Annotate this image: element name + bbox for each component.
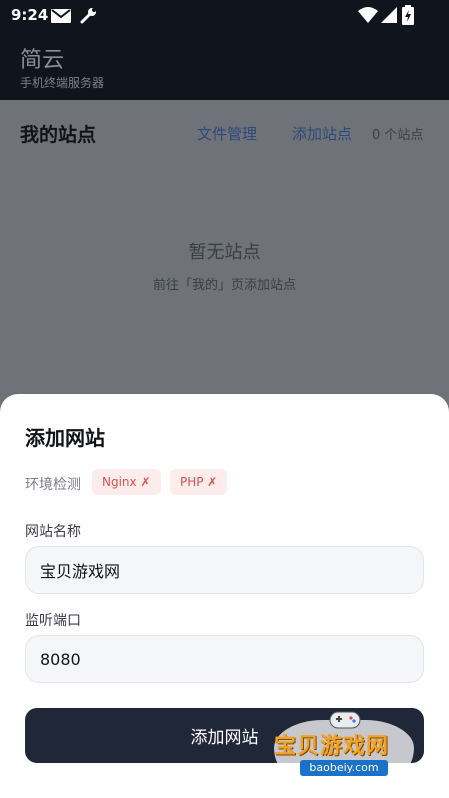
file-manager-link[interactable]: 文件管理 bbox=[197, 123, 257, 144]
status-bar: 9:24 bbox=[0, 0, 449, 32]
port-input[interactable] bbox=[25, 635, 424, 683]
site-name-input[interactable] bbox=[25, 546, 424, 594]
mail-icon bbox=[51, 9, 71, 23]
port-label: 监听端口 bbox=[25, 613, 81, 629]
app-subtitle: 手机终端服务器 bbox=[20, 76, 105, 90]
php-status-badge: PHP ✗ bbox=[170, 469, 228, 495]
nginx-status-badge: Nginx ✗ bbox=[92, 469, 161, 495]
sheet-title: 添加网站 bbox=[25, 426, 105, 450]
watermark-url: baobeiy.com bbox=[300, 760, 388, 776]
gamepad-icon bbox=[329, 711, 361, 729]
watermark-text: 宝贝游戏网 bbox=[274, 734, 390, 759]
empty-state-hint: 前往「我的」页添加站点 bbox=[152, 278, 296, 293]
env-check-label: 环境检测 bbox=[25, 477, 81, 493]
wrench-icon bbox=[80, 8, 96, 24]
app-header: 简云 手机终端服务器 bbox=[0, 32, 449, 100]
battery-icon bbox=[402, 5, 414, 25]
status-time: 9:24 bbox=[11, 6, 49, 24]
watermark-logo: 宝贝游戏网 baobeiy.com bbox=[270, 700, 430, 792]
app-title: 简云 bbox=[20, 48, 65, 73]
page-title: 我的站点 bbox=[20, 124, 97, 146]
wifi-icon bbox=[358, 7, 378, 23]
site-name-label: 网站名称 bbox=[25, 524, 81, 540]
site-count: 0 个站点 bbox=[372, 128, 424, 143]
empty-state-title: 暂无站点 bbox=[188, 242, 261, 263]
add-site-link[interactable]: 添加站点 bbox=[292, 123, 352, 144]
signal-icon bbox=[381, 7, 397, 23]
